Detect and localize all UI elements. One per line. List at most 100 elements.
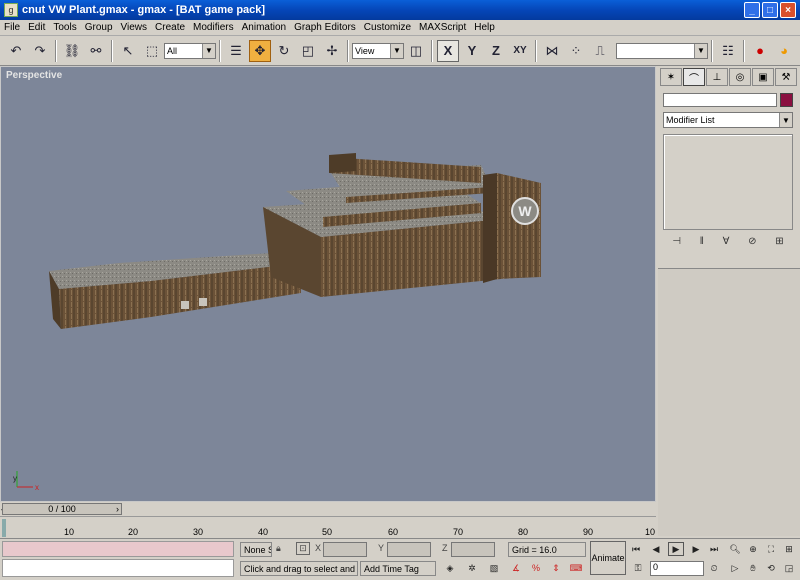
next-frame-icon[interactable]: ▶	[688, 542, 704, 556]
add-time-tag-button[interactable]: Add Time Tag	[360, 561, 436, 576]
create-tab-icon[interactable]: ✶	[660, 68, 682, 86]
minimize-button[interactable]: _	[744, 2, 760, 18]
motion-tab-icon[interactable]: ◎	[729, 68, 751, 86]
crossing-selection-icon[interactable]: ◈	[442, 561, 458, 575]
menu-tools[interactable]: Tools	[49, 22, 80, 33]
pivot-center-icon[interactable]: ◫	[405, 40, 427, 62]
current-frame-input[interactable]: 0	[650, 561, 704, 576]
region-select-icon[interactable]: ⬚	[141, 40, 163, 62]
pan-icon[interactable]: ✋︎	[745, 561, 761, 575]
maximize-button[interactable]: □	[762, 2, 778, 18]
spinner-snap-icon[interactable]: ⇕	[548, 561, 564, 575]
display-tab-icon[interactable]: ▣	[752, 68, 774, 86]
align-icon[interactable]: ⎍	[589, 40, 611, 62]
keyboard-shortcut-icon[interactable]: ⌨	[568, 561, 584, 575]
material-editor-icon[interactable]: ●	[749, 40, 771, 62]
zoom-extents-icon[interactable]: ⛶	[763, 542, 779, 556]
link-icon[interactable]: ⛓	[61, 40, 83, 62]
redo-icon[interactable]: ↷	[29, 40, 51, 62]
parameters-rollout	[658, 268, 800, 536]
select-by-name-icon[interactable]: ☰	[225, 40, 247, 62]
menu-edit[interactable]: Edit	[24, 22, 49, 33]
gmax-app-icon[interactable]: g	[4, 3, 18, 17]
ruler-tick: 80	[518, 527, 529, 537]
axis-xy-button[interactable]: XY	[509, 40, 531, 62]
show-end-result-icon[interactable]: ‖	[700, 236, 704, 252]
render-icon[interactable]: ◕	[773, 40, 795, 62]
move-icon[interactable]: ✥	[249, 39, 271, 62]
unlink-icon[interactable]: ⚯	[85, 40, 107, 62]
svg-text:W: W	[518, 203, 532, 219]
menu-animation[interactable]: Animation	[238, 22, 290, 33]
reference-coordinate-dropdown[interactable]: View ▼	[352, 42, 404, 59]
array-icon[interactable]: ⁘	[565, 40, 587, 62]
menu-graph-editors[interactable]: Graph Editors	[290, 22, 360, 33]
goto-start-icon[interactable]: ⏮	[628, 542, 644, 556]
time-config-icon[interactable]: ⏲	[706, 561, 722, 575]
named-selection-dropdown[interactable]: ▼	[616, 42, 708, 59]
perspective-viewport[interactable]: Perspective W y x	[0, 66, 656, 502]
remove-modifier-icon[interactable]: ⊘	[748, 236, 756, 252]
axis-y-button[interactable]: Y	[461, 40, 483, 62]
building-model[interactable]: W	[1, 67, 656, 502]
maxscript-listener-mini[interactable]	[2, 541, 234, 557]
menu-modifiers[interactable]: Modifiers	[189, 22, 238, 33]
menu-create[interactable]: Create	[151, 22, 189, 33]
menu-help[interactable]: Help	[470, 22, 499, 33]
angle-snap-icon[interactable]: ∡	[508, 561, 524, 575]
undo-icon[interactable]: ↶	[5, 40, 27, 62]
absolute-mode-icon[interactable]: ⊡	[296, 542, 310, 555]
rotate-icon[interactable]: ↻	[273, 40, 295, 62]
toolbar-divider	[743, 39, 745, 62]
hierarchy-tab-icon[interactable]: ⊥	[706, 68, 728, 86]
zoom-icon[interactable]: 🔍︎	[727, 542, 743, 556]
configure-sets-icon[interactable]: ⊞	[775, 236, 783, 252]
maximize-viewport-icon[interactable]: ◲	[781, 561, 797, 575]
command-panel-tabs: ✶ ⌒ ⊥ ◎ ▣ ⚒	[658, 66, 800, 88]
percent-snap-icon[interactable]: %	[528, 561, 544, 575]
select-object-icon[interactable]: ↖	[117, 40, 139, 62]
make-unique-icon[interactable]: ∀	[723, 236, 730, 252]
layers-icon[interactable]: ☷	[717, 40, 739, 62]
mirror-icon[interactable]: ⋈	[541, 40, 563, 62]
field-of-view-icon[interactable]: ▷	[727, 561, 743, 575]
axis-z-button[interactable]: Z	[485, 40, 507, 62]
menu-file[interactable]: File	[0, 22, 24, 33]
object-color-swatch[interactable]	[780, 93, 793, 107]
modify-tab-icon[interactable]: ⌒	[683, 68, 705, 86]
selection-filter-dropdown[interactable]: All ▼	[164, 42, 216, 59]
maxscript-input[interactable]	[2, 559, 234, 577]
time-slider-track[interactable]: ‹ 0 / 100 ›	[0, 502, 656, 516]
scale-icon[interactable]: ◰	[297, 40, 319, 62]
zoom-extents-all-icon[interactable]: ⊞	[781, 542, 797, 556]
slider-next-icon[interactable]: ›	[116, 504, 119, 514]
zoom-all-icon[interactable]: ⊕	[745, 542, 761, 556]
menu-customize[interactable]: Customize	[360, 22, 415, 33]
menu-views[interactable]: Views	[117, 22, 152, 33]
close-button[interactable]: ×	[780, 2, 796, 18]
object-snap-icon[interactable]: ▧	[486, 561, 502, 575]
animate-button[interactable]: Animate	[590, 541, 626, 575]
object-name-input[interactable]	[663, 93, 777, 107]
x-coord-input[interactable]	[323, 542, 367, 557]
z-coord-input[interactable]	[451, 542, 495, 557]
snap-toggle-icon[interactable]: ✲	[464, 561, 480, 575]
manipulate-icon[interactable]: ✢	[321, 40, 343, 62]
key-mode-icon[interactable]: ⚿	[630, 561, 646, 575]
track-bar[interactable]: 10 20 30 40 50 60 70 80 90 10	[0, 516, 656, 538]
modifier-stack[interactable]	[663, 134, 793, 230]
modifier-list-dropdown[interactable]: Modifier List ▼	[663, 112, 793, 128]
chevron-down-icon: ▼	[779, 113, 792, 127]
axis-x-button[interactable]: X	[437, 39, 459, 62]
y-coord-input[interactable]	[387, 542, 431, 557]
pin-stack-icon[interactable]: ⊣	[672, 236, 681, 252]
utilities-tab-icon[interactable]: ⚒	[775, 68, 797, 86]
arc-rotate-icon[interactable]: ⟲	[763, 561, 779, 575]
menu-group[interactable]: Group	[81, 22, 117, 33]
goto-end-icon[interactable]: ⏭	[706, 542, 722, 556]
play-icon[interactable]: ▶	[668, 542, 684, 556]
lock-selection-icon[interactable]: 🔒︎	[276, 543, 281, 554]
prev-frame-icon[interactable]: ◀	[648, 542, 664, 556]
time-slider[interactable]: 0 / 100	[2, 503, 122, 515]
menu-maxscript[interactable]: MAXScript	[415, 22, 470, 33]
